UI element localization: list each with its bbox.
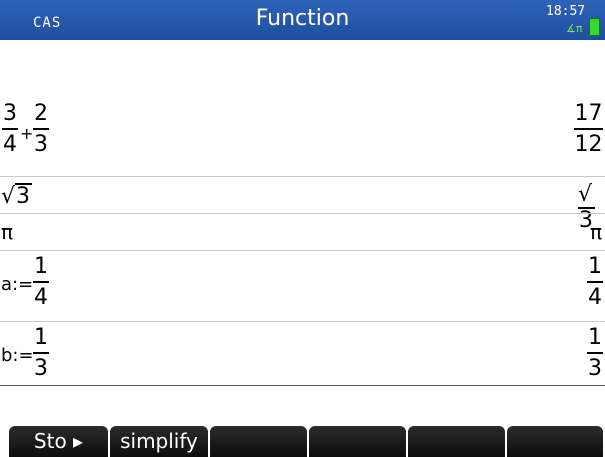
- operator: +: [20, 124, 34, 143]
- input-fraction: 3 4: [2, 102, 18, 157]
- history-entry[interactable]: π π: [0, 214, 605, 250]
- output-text: π: [590, 220, 603, 244]
- radical-sign-icon: √: [578, 182, 593, 207]
- softkey-6[interactable]: [507, 426, 603, 457]
- assignment-prefix: a:=: [1, 274, 34, 295]
- denominator: 4: [3, 132, 17, 157]
- app-title: Function: [255, 6, 350, 31]
- output-fraction: 1 3: [587, 326, 603, 381]
- softkey-3[interactable]: [210, 426, 307, 457]
- angle-mode-icon: ∡π: [566, 22, 583, 35]
- input-fraction: 2 3: [33, 102, 49, 157]
- fraction-bar: [33, 128, 49, 130]
- fraction-bar: [574, 128, 603, 130]
- fraction-bar: [587, 281, 603, 283]
- input-sqrt: √3: [1, 183, 33, 209]
- softkey-5[interactable]: [408, 426, 505, 457]
- radicand: 3: [15, 183, 33, 209]
- input-text: π: [1, 220, 14, 244]
- numerator: 2: [34, 101, 48, 126]
- cas-history[interactable]: 3 4 + 2 3 17 12 √3 √3 π π a:= 1 4 1 4 b:…: [0, 40, 605, 418]
- denominator: 3: [34, 132, 48, 157]
- numerator: 1: [34, 325, 48, 350]
- numerator: 17: [574, 101, 603, 126]
- numerator: 1: [34, 254, 48, 279]
- history-entry[interactable]: √3 √3: [0, 177, 605, 233]
- denominator: 4: [588, 285, 602, 310]
- fraction-bar: [33, 281, 49, 283]
- assignment-prefix: b:=: [1, 345, 34, 366]
- fraction-bar: [587, 352, 603, 354]
- history-entry[interactable]: b:= 1 3 1 3: [0, 322, 605, 382]
- denominator: 4: [34, 285, 48, 310]
- denominator: 12: [574, 132, 603, 157]
- numerator: 1: [588, 254, 602, 279]
- soft-menu-bar: Sto ▸ simplify: [0, 420, 605, 457]
- sto-button[interactable]: Sto ▸: [9, 426, 108, 457]
- battery-icon: [589, 18, 600, 36]
- input-fraction: 1 4: [33, 255, 49, 310]
- fraction-bar: [33, 352, 49, 354]
- softkey-4[interactable]: [309, 426, 406, 457]
- numerator: 3: [3, 101, 17, 126]
- numerator: 1: [588, 325, 602, 350]
- denominator: 3: [588, 356, 602, 381]
- clock: 18:57: [546, 4, 586, 19]
- history-entry[interactable]: a:= 1 4 1 4: [0, 251, 605, 321]
- fraction-bar: [2, 128, 18, 130]
- input-fraction: 1 3: [33, 326, 49, 381]
- simplify-button[interactable]: simplify: [110, 426, 208, 457]
- title-bar: CAS Function 18:57 ∡π: [0, 0, 605, 40]
- denominator: 3: [34, 356, 48, 381]
- entry-line-separator: [0, 385, 605, 386]
- output-fraction: 1 4: [587, 255, 603, 310]
- radical-sign-icon: √: [1, 184, 16, 209]
- history-entry[interactable]: 3 4 + 2 3 17 12: [0, 100, 605, 176]
- output-fraction: 17 12: [574, 102, 603, 157]
